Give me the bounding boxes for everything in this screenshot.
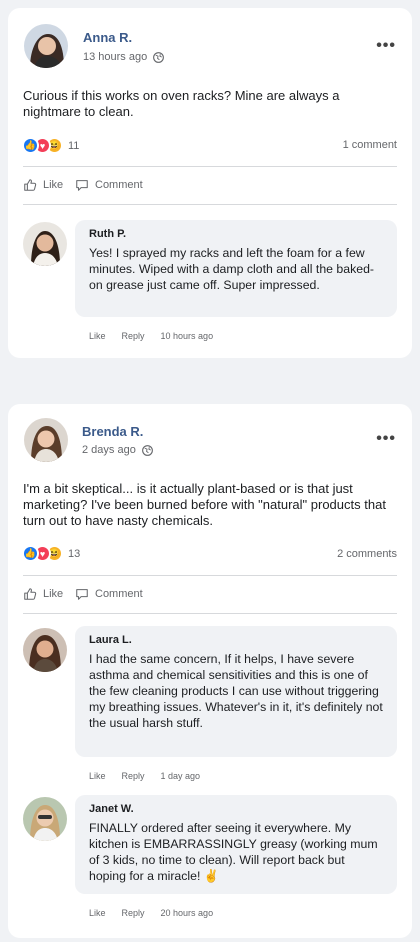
comment-count[interactable]: 1 comment [343,139,397,151]
commenter-avatar[interactable] [23,797,67,841]
author-avatar[interactable] [24,418,68,462]
comment-timestamp: 20 hours ago [160,908,214,918]
comment-reply-button[interactable]: Reply [122,908,145,918]
comment-label: Comment [95,588,143,600]
divider [23,613,397,614]
post-card: Anna R. 13 hours ago ••• Curious if this… [8,8,412,358]
author-name[interactable]: Anna R. [83,30,132,45]
reaction-count: 11 [68,139,80,152]
like-button[interactable]: Like [23,587,63,601]
reactions-summary[interactable]: 👍 ♥ 😆 13 [22,545,80,562]
comment-like-button[interactable]: Like [89,331,106,341]
comment-label: Comment [95,179,143,191]
commenter-name[interactable]: Janet W. [89,803,383,815]
comment-bubble: Ruth P. Yes! I sprayed my racks and left… [75,220,397,317]
commenter-avatar[interactable] [23,222,67,266]
like-label: Like [43,179,64,191]
post-text: I'm a bit skeptical... is it actually pl… [23,481,386,528]
globe-icon [141,444,153,456]
commenter-avatar[interactable] [23,628,67,672]
divider [23,575,397,576]
commenter-name[interactable]: Laura L. [89,634,383,646]
like-label: Like [43,588,64,600]
post-text: Curious if this works on oven racks? Min… [23,88,340,119]
author-avatar[interactable] [24,24,68,68]
thumbs-up-icon [24,179,37,191]
post-card: Brenda R. 2 days ago ••• I'm a bit skept… [8,404,412,938]
divider [23,166,397,167]
like-reaction-icon: 👍 [22,545,39,562]
more-options-button[interactable]: ••• [376,430,396,448]
thumbs-up-icon [24,588,37,600]
comment-button[interactable]: Comment [75,587,143,601]
comment-text: FINALLY ordered after seeing it everywhe… [89,821,378,883]
comment-actions: Like Reply 20 hours ago [89,908,213,918]
divider [23,204,397,205]
comment-timestamp: 10 hours ago [160,331,214,341]
comment-like-button[interactable]: Like [89,771,106,781]
comment-bubble: Laura L. I had the same concern, If it h… [75,626,397,757]
post-timestamp[interactable]: 13 hours ago [83,51,147,63]
comment-button[interactable]: Comment [75,178,143,192]
comment-text: I had the same concern, If it helps, I h… [89,652,383,730]
post-meta: 2 days ago [82,444,153,456]
comment-reply-button[interactable]: Reply [122,771,145,781]
reactions-summary[interactable]: 👍 ♥ 😆 11 [22,137,79,154]
commenter-name[interactable]: Ruth P. [89,228,383,240]
post-timestamp[interactable]: 2 days ago [82,444,136,456]
like-reaction-icon: 👍 [22,137,39,154]
speech-bubble-icon [76,180,88,191]
comment-reply-button[interactable]: Reply [122,331,145,341]
comment-text: Yes! I sprayed my racks and left the foa… [89,246,375,292]
author-name[interactable]: Brenda R. [82,424,143,439]
comment-like-button[interactable]: Like [89,908,106,918]
comment-timestamp: 1 day ago [160,771,201,781]
like-button[interactable]: Like [23,178,63,192]
comment-bubble: Janet W. FINALLY ordered after seeing it… [75,795,397,894]
speech-bubble-icon [76,589,88,600]
post-meta: 13 hours ago [83,51,165,63]
comment-count[interactable]: 2 comments [337,548,397,560]
comment-actions: Like Reply 10 hours ago [89,331,213,341]
more-options-button[interactable]: ••• [376,37,396,55]
comment-actions: Like Reply 1 day ago [89,771,200,781]
reaction-count: 13 [68,547,81,560]
globe-icon [153,51,165,63]
